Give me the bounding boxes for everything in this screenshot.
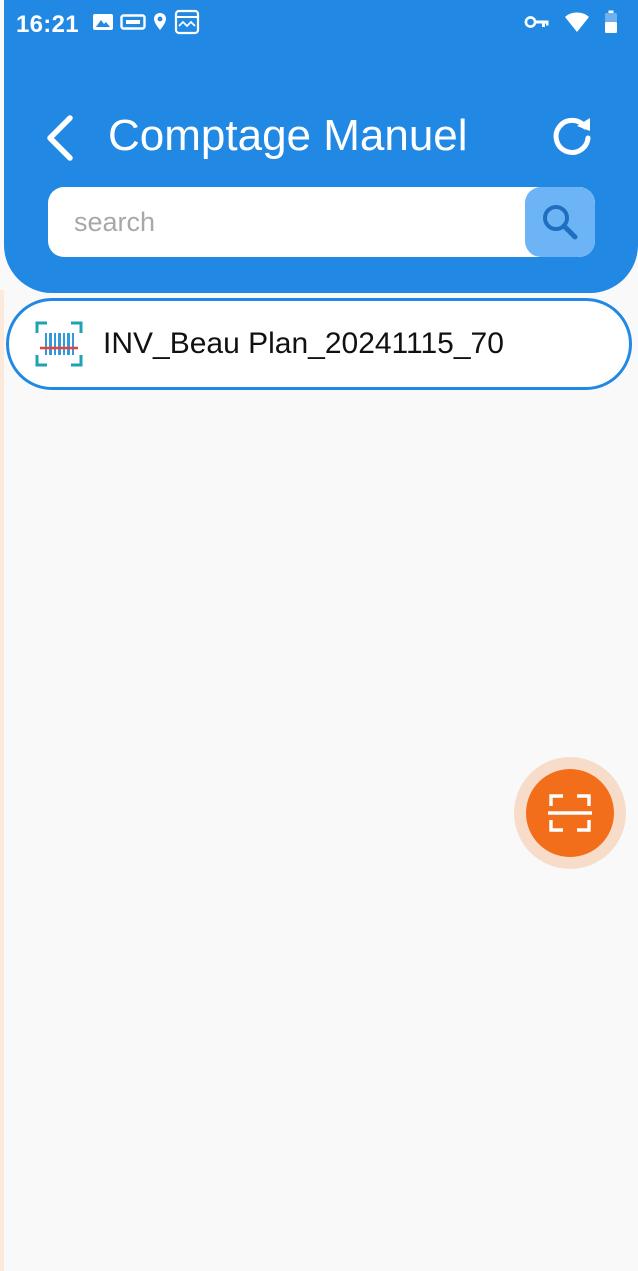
location-icon (154, 13, 166, 30)
scan-fab-button[interactable] (514, 757, 626, 869)
app-header: 16:21 Comptage Manuel search (4, 0, 638, 293)
refresh-button[interactable] (548, 112, 596, 160)
page-title: Comptage Manuel (108, 111, 468, 160)
back-button[interactable] (38, 112, 82, 164)
system-status-icons (524, 10, 618, 34)
screen-edge (0, 290, 4, 1271)
notification-icons (92, 9, 200, 35)
refresh-icon (553, 117, 591, 155)
status-time: 16:21 (16, 11, 79, 38)
activity-icon (174, 9, 200, 35)
battery-icon (605, 10, 617, 33)
chevron-left-icon (47, 115, 73, 161)
scan-icon (548, 794, 592, 832)
list-item-label: INV_Beau Plan_20241115_70 (103, 327, 504, 360)
barcode-scan-icon (35, 320, 83, 368)
search-button[interactable] (525, 187, 595, 257)
fab-inner (526, 769, 614, 857)
vpn-key-icon (524, 16, 549, 28)
list-item-inventory[interactable]: INV_Beau Plan_20241115_70 (6, 298, 632, 390)
status-bar: 16:21 (4, 0, 638, 48)
search-input[interactable] (48, 187, 518, 257)
search-icon (543, 205, 578, 240)
wifi-icon (565, 12, 589, 32)
sd-card-icon (120, 14, 146, 30)
gallery-icon (93, 14, 113, 30)
search-bar (48, 187, 595, 257)
